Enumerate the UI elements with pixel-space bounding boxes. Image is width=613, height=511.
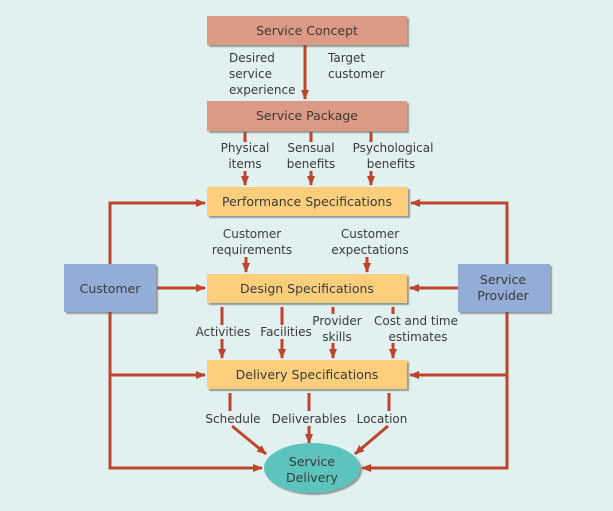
- arrow-schedule: [231, 424, 267, 456]
- service-provider-label-2: Provider: [477, 288, 529, 303]
- service-concept-box: Service Concept: [207, 16, 407, 45]
- delivery-specifications-label: Delivery Specifications: [236, 367, 379, 382]
- label-customer-req: Customer: [223, 227, 281, 241]
- label-experience: experience: [229, 83, 296, 97]
- label-facilities: Facilities: [260, 325, 311, 339]
- label-customer-exp: Customer: [341, 227, 399, 241]
- label-psych-benefits: benefits: [367, 157, 416, 171]
- delivery-specifications-box: Delivery Specifications: [207, 360, 407, 389]
- label-location: Location: [357, 412, 408, 426]
- label-estimates: estimates: [388, 330, 447, 344]
- label-deliverables: Deliverables: [272, 412, 347, 426]
- label-skills: skills: [322, 330, 351, 344]
- performance-specifications-box: Performance Specifications: [207, 187, 408, 216]
- arrow-location: [354, 424, 389, 456]
- label-service: service: [229, 67, 272, 81]
- service-provider-box: Service Provider: [458, 264, 550, 312]
- label-schedule: Schedule: [205, 412, 260, 426]
- customer-box: Customer: [64, 264, 156, 312]
- label-sensual: Sensual: [287, 141, 334, 155]
- service-package-label: Service Package: [256, 108, 358, 123]
- service-delivery-label-1: Service: [289, 454, 336, 469]
- label-expectations: expectations: [331, 243, 408, 257]
- label-requirements: requirements: [212, 243, 292, 257]
- service-delivery-label-2: Delivery: [286, 470, 338, 485]
- label-customer: customer: [328, 67, 385, 81]
- service-package-box: Service Package: [207, 101, 407, 131]
- label-physical: Physical: [221, 141, 270, 155]
- label-target: Target: [327, 51, 365, 65]
- service-delivery-ellipse: Service Delivery: [264, 443, 360, 493]
- label-activities: Activities: [196, 325, 251, 339]
- label-cost-time: Cost and time: [374, 314, 458, 328]
- label-psychological: Psychological: [353, 141, 434, 155]
- service-design-diagram: Service Concept Service Package Performa…: [64, 16, 550, 493]
- label-desired: Desired: [229, 51, 275, 65]
- customer-to-performance: [108, 199, 206, 264]
- label-sensual-benefits: benefits: [287, 157, 336, 171]
- service-concept-label: Service Concept: [256, 23, 358, 38]
- design-specifications-box: Design Specifications: [207, 274, 407, 303]
- service-provider-label-1: Service: [480, 272, 527, 287]
- customer-label: Customer: [80, 281, 142, 296]
- label-provider: Provider: [312, 314, 361, 328]
- label-items: items: [228, 157, 261, 171]
- performance-specifications-label: Performance Specifications: [222, 194, 392, 209]
- provider-to-performance: [410, 199, 509, 264]
- design-specifications-label: Design Specifications: [240, 281, 374, 296]
